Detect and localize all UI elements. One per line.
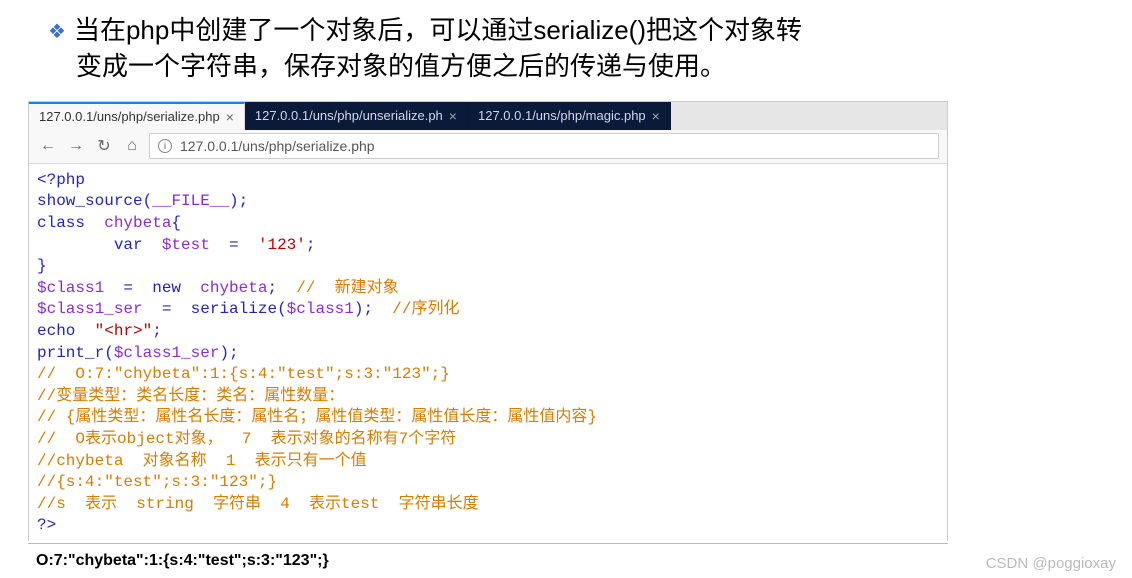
php-close-tag: ?> [37, 516, 56, 534]
home-icon[interactable]: ⌂ [121, 137, 143, 155]
nav-toolbar: ← → ↻ ⌂ i 127.0.0.1/uns/php/serialize.ph… [29, 130, 947, 164]
str-123: '123' [258, 236, 306, 254]
php-source: <?php show_source(__FILE__); class chybe… [29, 164, 947, 541]
tab-serialize[interactable]: 127.0.0.1/uns/php/serialize.php × [29, 102, 245, 130]
browser-window: 127.0.0.1/uns/php/serialize.php × 127.0.… [28, 101, 948, 541]
close-icon[interactable]: × [652, 108, 660, 124]
bullet-line-2: 变成一个字符串，保存对象的值方便之后的传递与使用。 [76, 48, 1084, 84]
comment-l15: //{s:4:"test";s:3:"123";} [37, 473, 277, 491]
close-icon[interactable]: × [226, 109, 234, 125]
url-text: 127.0.0.1/uns/php/serialize.php [180, 138, 375, 154]
str-hr: "<hr>" [95, 322, 153, 340]
watermark: CSDN @poggioxay [986, 555, 1116, 572]
var-class1: $class1 [37, 279, 123, 297]
comment-new: // 新建对象 [296, 279, 398, 297]
kw-var: var [37, 236, 162, 254]
serialized-output: O:7:"chybeta":1:{s:4:"test";s:3:"123";} [28, 548, 948, 578]
comment-l10: // O:7:"chybeta":1:{s:4:"test";s:3:"123"… [37, 365, 450, 383]
php-open-tag: <?php [37, 171, 85, 189]
tab-magic[interactable]: 127.0.0.1/uns/php/magic.php × [468, 102, 671, 130]
tab-label: 127.0.0.1/uns/php/unserialize.ph [255, 108, 443, 123]
fn-print-r: print_r [37, 344, 104, 362]
tab-label: 127.0.0.1/uns/php/serialize.php [39, 109, 220, 124]
tab-label: 127.0.0.1/uns/php/magic.php [478, 108, 646, 123]
comment-l12: // {属性类型：属性名长度：属性名；属性值类型：属性值长度：属性值内容} [37, 408, 597, 426]
url-bar[interactable]: i 127.0.0.1/uns/php/serialize.php [149, 133, 939, 159]
comment-l16: //s 表示 string 字符串 4 表示test 字符串长度 [37, 495, 479, 513]
comment-l14: //chybeta 对象名称 1 表示只有一个值 [37, 452, 367, 470]
comment-l11: //变量类型：类名长度：类名：属性数量： [37, 387, 344, 405]
slide-bullet: ❖ 当在php中创建了一个对象后，可以通过serialize()把这个对象转 变… [0, 0, 1132, 101]
comment-serialize: //序列化 [392, 300, 459, 318]
reload-icon[interactable]: ↻ [93, 136, 115, 156]
hr-divider [28, 543, 948, 544]
kw-class: class [37, 214, 104, 232]
back-icon[interactable]: ← [37, 137, 59, 155]
kw-echo: echo [37, 322, 95, 340]
forward-icon[interactable]: → [65, 137, 87, 155]
const-file: __FILE__ [152, 192, 229, 210]
var-class1-ser: $class1_ser [37, 300, 162, 318]
fn-serialize: serialize [191, 300, 277, 318]
var-test: $test [162, 236, 229, 254]
diamond-bullet-icon: ❖ [48, 18, 66, 46]
tab-bar: 127.0.0.1/uns/php/serialize.php × 127.0.… [29, 102, 947, 130]
bullet-line-1: 当在php中创建了一个对象后，可以通过serialize()把这个对象转 [74, 12, 1084, 48]
fn-show-source: show_source [37, 192, 143, 210]
close-icon[interactable]: × [449, 108, 457, 124]
class-name: chybeta [104, 214, 171, 232]
info-icon[interactable]: i [158, 139, 172, 153]
tab-unserialize[interactable]: 127.0.0.1/uns/php/unserialize.ph × [245, 102, 468, 130]
comment-l13: // O表示object对象， 7 表示对象的名称有7个字符 [37, 430, 456, 448]
